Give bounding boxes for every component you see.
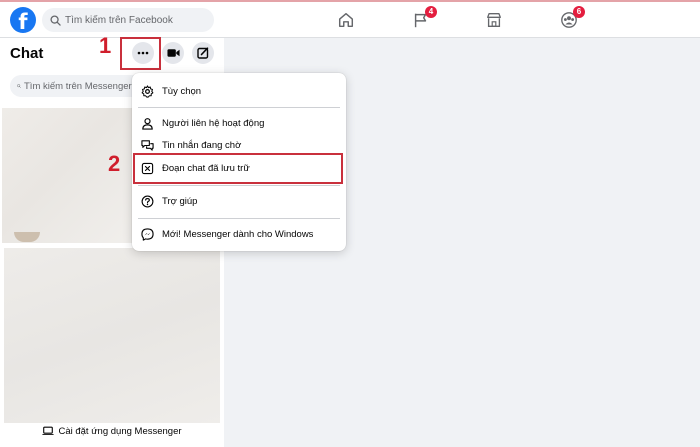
- home-icon: [338, 12, 354, 28]
- search-icon: [17, 84, 21, 88]
- install-messenger-label: Cài đặt ứng dụng Messenger: [58, 425, 182, 437]
- messenger-search-box[interactable]: [10, 75, 134, 97]
- menu-item-preferences[interactable]: Tùy chọn: [132, 80, 346, 102]
- menu-item-label: Tin nhắn đang chờ: [162, 139, 242, 151]
- menu-divider: [138, 218, 340, 219]
- annotation-step-1: 1: [99, 33, 112, 58]
- search-icon: [50, 14, 61, 26]
- groups-badge: 6: [573, 6, 585, 18]
- chat-title: Chat: [10, 45, 44, 62]
- menu-item-label: Trợ giúp: [162, 195, 198, 207]
- pages-badge: 4: [425, 6, 437, 18]
- chat-bubbles-icon: [141, 139, 154, 151]
- new-message-button[interactable]: [192, 42, 214, 64]
- menu-divider: [138, 107, 340, 108]
- annotation-step-2: 2: [108, 151, 121, 176]
- marketplace-icon: [487, 13, 501, 27]
- menu-item-messenger-windows[interactable]: Mới! Messenger dành cho Windows: [132, 223, 346, 245]
- person-icon: [142, 117, 153, 130]
- nav-marketplace[interactable]: [482, 9, 506, 31]
- facebook-logo[interactable]: f: [10, 7, 36, 33]
- messenger-search-input[interactable]: [24, 80, 134, 92]
- compose-icon: [197, 47, 209, 59]
- menu-item-label: Mới! Messenger dành cho Windows: [162, 228, 314, 240]
- menu-item-label: Tùy chọn: [162, 85, 202, 97]
- menu-item-active-contacts[interactable]: Người liên hệ hoạt động: [132, 112, 346, 134]
- nav-pages[interactable]: 4: [409, 6, 437, 31]
- blurred-conversation-preview: [4, 248, 220, 423]
- nav-home[interactable]: [334, 9, 358, 31]
- facebook-search-box[interactable]: [42, 8, 214, 32]
- laptop-icon: [42, 426, 55, 435]
- facebook-search-input[interactable]: [65, 14, 205, 26]
- annotation-highlight-options-button: [120, 37, 161, 70]
- new-room-button[interactable]: [162, 42, 184, 64]
- menu-divider: [138, 185, 340, 186]
- video-camera-icon: [166, 49, 180, 57]
- menu-item-help[interactable]: Trợ giúp: [132, 190, 346, 212]
- messenger-icon: [141, 227, 154, 241]
- gear-icon: [141, 84, 154, 98]
- annotation-highlight-archived-chats: [133, 153, 343, 184]
- menu-item-label: Người liên hệ hoạt động: [162, 117, 265, 129]
- nav-groups[interactable]: 6: [557, 6, 585, 31]
- install-messenger-link[interactable]: Cài đặt ứng dụng Messenger: [0, 423, 224, 439]
- help-icon: [141, 195, 154, 207]
